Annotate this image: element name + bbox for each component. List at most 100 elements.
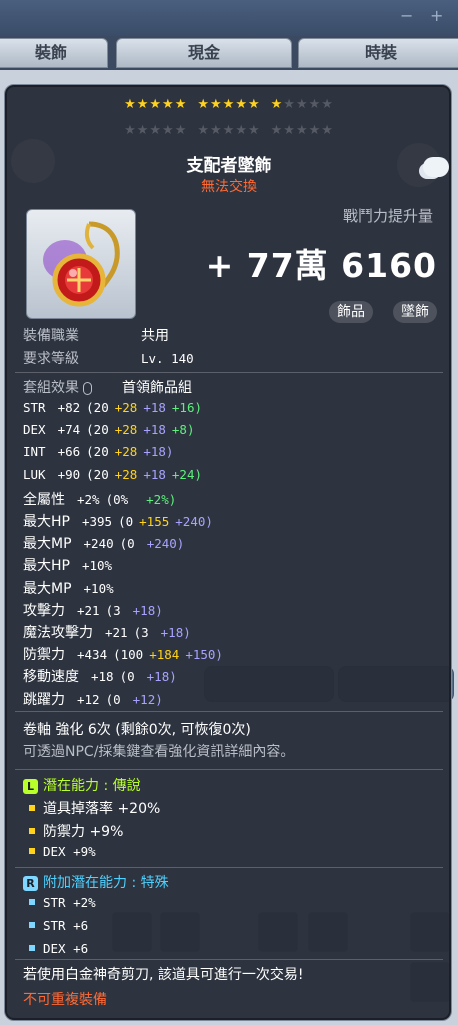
stat-base: (0: [119, 669, 135, 685]
stat-total: +90: [57, 466, 81, 482]
set-effect-value: 首領飾品組: [122, 380, 192, 396]
stat-row: 最大MP +10%: [23, 578, 138, 598]
star-empty-icon: ★: [283, 123, 296, 138]
stat-total: +395: [81, 514, 113, 529]
stat-row: 全屬性 +2% (0% +2%): [23, 489, 176, 509]
stat-base: (0%: [105, 491, 129, 507]
star-empty-icon: ★: [174, 123, 188, 138]
stat-base: (0: [119, 536, 135, 552]
legendary-badge-icon: L: [23, 778, 38, 794]
stat-total: +66: [57, 444, 81, 460]
stat-base: (20: [86, 400, 109, 415]
bonus-potential-title-row: R 附加潛在能力 : 特殊: [23, 872, 169, 892]
stat-flame-bonus: +28: [114, 400, 138, 415]
stat-name: STR: [23, 400, 46, 415]
stat-row: STR +82 (20 +28 +18 +16): [23, 400, 202, 416]
star-empty-icon: ★: [270, 123, 284, 138]
star-filled-icon: ★: [222, 97, 236, 112]
star-empty-icon: ★: [124, 123, 137, 138]
bonus-potential-line-text: DEX +6: [43, 941, 89, 956]
star-empty-icon: ★: [308, 97, 322, 112]
star-empty-icon: ★: [321, 123, 334, 138]
divider: [15, 711, 443, 712]
maximize-icon[interactable]: +: [430, 6, 443, 25]
star-force-row-2: ★★★★★ ★★★★★ ★★★★★: [5, 123, 453, 139]
stat-name: 最大MP: [23, 580, 72, 597]
stat-base: (3: [105, 602, 121, 618]
stat-row: 最大HP +395 (0 +155 +240): [23, 511, 219, 531]
stat-name: 最大HP: [23, 514, 70, 530]
stat-scroll-bonus: +18: [143, 400, 166, 415]
stat-base: (20: [86, 422, 109, 438]
stat-name: INT: [23, 444, 46, 460]
stat-row: LUK +90 (20 +28 +18 +24): [23, 467, 202, 483]
stat-name: 跳躍力: [23, 691, 65, 708]
set-effect-row[interactable]: 套組效果 首領飾品組: [23, 377, 192, 397]
star-empty-icon: ★: [321, 97, 334, 112]
stat-total: +21: [77, 602, 100, 618]
stat-name: 攻擊力: [23, 602, 65, 619]
set-effect-label: 套組效果: [23, 380, 79, 396]
stat-name: DEX: [23, 422, 46, 438]
minimize-icon[interactable]: −: [400, 6, 413, 25]
stat-name: 最大HP: [23, 558, 70, 575]
level-value: Lv. 140: [141, 351, 194, 366]
star-empty-icon: ★: [222, 123, 236, 138]
stat-row: 魔法攻擊力 +21 (3 +18): [23, 622, 197, 642]
rare-badge-icon: R: [23, 875, 38, 891]
tab-decoration[interactable]: 裝飾: [0, 38, 108, 68]
stat-base: (0: [105, 691, 121, 707]
stat-base: (20: [86, 444, 109, 460]
divider: [15, 959, 443, 960]
bullet-icon: [29, 922, 35, 928]
stat-scroll-bonus: +18: [143, 422, 166, 438]
stat-flame-bonus: +28: [114, 422, 138, 438]
potential-line-text: 道具掉落率 +20%: [43, 801, 161, 817]
star-force-row-1: ★★★★★ ★★★★★ ★★★★★: [5, 97, 453, 113]
star-filled-icon: ★: [124, 97, 137, 112]
stat-scroll-bonus: +150): [185, 647, 223, 663]
stat-row: DEX +74 (20 +28 +18 +8): [23, 422, 194, 438]
bullet-icon: [29, 848, 35, 854]
potential-title-row: L 潛在能力 : 傳說: [23, 775, 141, 795]
bullet-icon: [29, 828, 35, 834]
stat-name: 全屬性: [23, 491, 65, 508]
potential-line: DEX +9%: [23, 844, 96, 860]
bonus-potential-title: 附加潛在能力 : 特殊: [43, 875, 169, 891]
bullet-icon: [29, 899, 35, 905]
stat-row: 攻擊力 +21 (3 +18): [23, 600, 169, 620]
stat-scroll-bonus: +18): [132, 602, 163, 618]
bonus-potential-line: STR +6: [23, 918, 88, 934]
stat-base: (0: [118, 514, 134, 529]
stat-name: LUK: [23, 466, 46, 482]
category-tag: 飾品: [329, 301, 373, 323]
stat-total: +10%: [81, 558, 113, 574]
star-empty-icon: ★: [308, 123, 322, 138]
stat-scroll-bonus: +18): [160, 625, 191, 640]
combat-power-value: + 77萬 6160: [205, 246, 437, 285]
stat-scroll-bonus: +240): [175, 514, 213, 529]
tab-cash[interactable]: 現金: [116, 38, 292, 68]
star-filled-icon: ★: [162, 97, 175, 112]
star-filled-icon: ★: [210, 97, 223, 112]
tab-fashion[interactable]: 時裝: [298, 38, 458, 68]
level-label: 要求等級: [23, 351, 79, 367]
stat-star-bonus: +16): [171, 400, 202, 415]
star-empty-icon: ★: [197, 123, 211, 138]
star-filled-icon: ★: [247, 97, 261, 112]
stat-flame-bonus: +155: [139, 514, 170, 529]
stat-total: +2%: [77, 491, 100, 507]
potential-line-text: DEX +9%: [43, 844, 96, 859]
bullet-icon: [29, 805, 35, 811]
stat-total: +18: [91, 669, 114, 685]
bonus-potential-line: DEX +6: [23, 941, 88, 957]
enhance-hint: 可透過NPC/採集鍵查看強化資訊詳細內容。: [23, 744, 295, 760]
star-filled-icon: ★: [136, 97, 150, 112]
pendant-icon: [43, 221, 120, 307]
stat-total: +21: [105, 625, 128, 640]
stat-base: (100: [113, 647, 144, 663]
stat-flame-bonus: +28: [114, 444, 138, 460]
stat-row: 最大MP +240 (0 +240): [23, 533, 190, 553]
enhance-line: 卷軸 強化 6次 (剩餘0次, 可恢復0次): [23, 722, 251, 738]
star-empty-icon: ★: [235, 123, 248, 138]
